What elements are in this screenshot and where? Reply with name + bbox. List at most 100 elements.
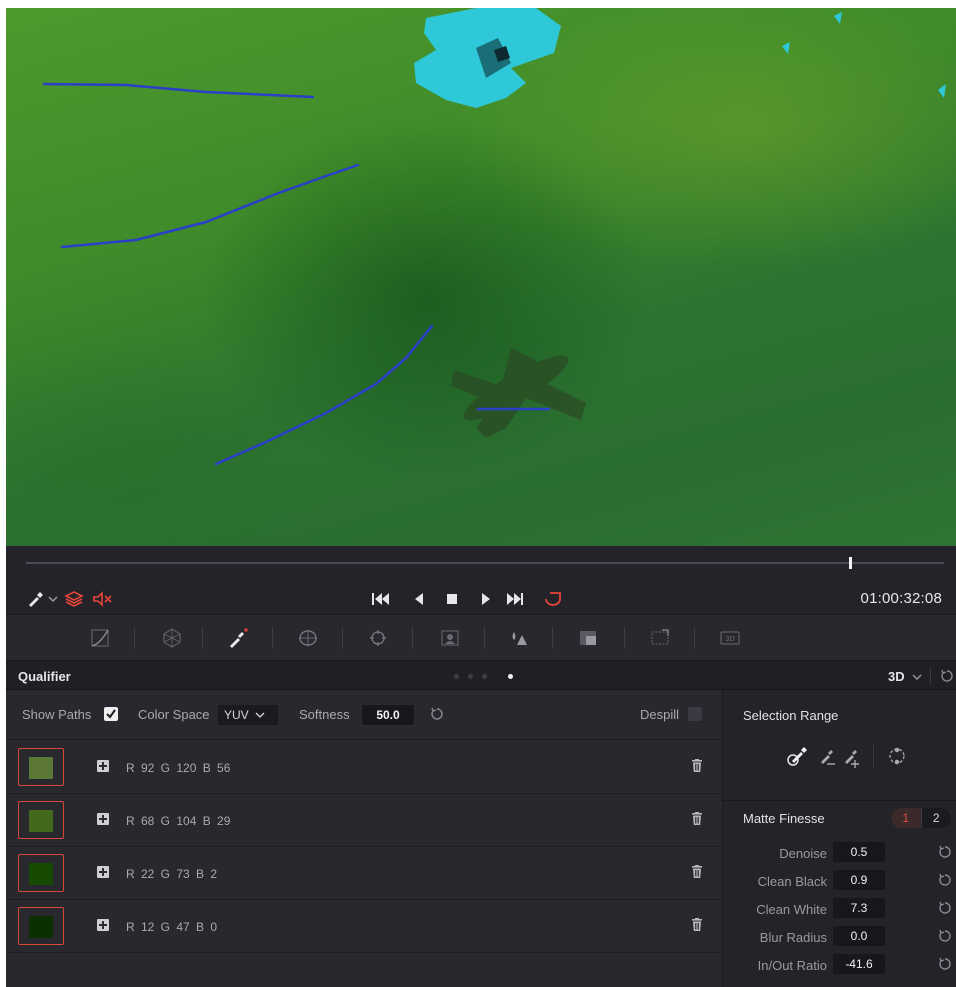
show-paths-label: Show Paths — [22, 707, 92, 722]
divider — [694, 627, 695, 649]
key-icon[interactable] — [578, 628, 598, 648]
reset-icon[interactable] — [940, 669, 954, 683]
qualifier-icon[interactable] — [228, 628, 248, 648]
scrub-bar[interactable] — [26, 557, 944, 569]
matte-param-row: Clean White 7.3 — [723, 898, 956, 920]
curves-icon[interactable] — [90, 628, 110, 648]
feather-icon[interactable] — [889, 747, 905, 765]
trash-icon[interactable] — [692, 759, 702, 772]
softness-field[interactable]: 50.0 — [362, 705, 414, 725]
sample-row[interactable]: R 12 G 47 B 0 — [6, 900, 722, 953]
reset-icon[interactable] — [938, 845, 952, 859]
checkmark-icon — [106, 709, 116, 719]
despill-checkbox[interactable] — [688, 707, 702, 721]
show-paths-checkbox[interactable] — [104, 707, 118, 721]
color-space-dropdown[interactable]: YUV — [218, 705, 278, 725]
color-space-label: Color Space — [138, 707, 210, 722]
sample-swatch-frame[interactable] — [18, 907, 64, 945]
play-reverse-icon[interactable] — [415, 593, 423, 605]
panel-title: Qualifier — [18, 669, 71, 684]
reset-icon[interactable] — [430, 707, 444, 721]
reset-icon[interactable] — [938, 901, 952, 915]
skip-to-start-icon[interactable] — [372, 593, 389, 605]
matte-param-label: Denoise — [779, 846, 827, 861]
matte-param-field[interactable]: 7.3 — [833, 898, 885, 918]
viewer[interactable] — [6, 8, 956, 546]
sample-swatch — [29, 757, 53, 779]
color-warper-icon[interactable] — [162, 628, 182, 648]
picker-minus-icon[interactable] — [821, 750, 835, 765]
mute-toggle[interactable] — [92, 590, 114, 608]
trash-icon[interactable] — [692, 918, 702, 931]
divider — [930, 667, 931, 685]
blur-icon[interactable] — [508, 628, 528, 648]
picker-plus-icon[interactable] — [845, 750, 859, 768]
qualifier-picker-tool[interactable] — [26, 590, 60, 608]
matte-param-field[interactable]: 0.0 — [833, 926, 885, 946]
sample-row[interactable]: R 92 G 120 B 56 — [6, 741, 722, 794]
trash-icon[interactable] — [692, 812, 702, 825]
window-icon[interactable] — [298, 628, 318, 648]
divider — [552, 627, 553, 649]
sample-swatch — [29, 810, 53, 832]
divider — [342, 627, 343, 649]
sample-swatch-frame[interactable] — [18, 748, 64, 786]
add-sample-icon[interactable] — [97, 813, 109, 825]
qualifier-path[interactable] — [214, 324, 434, 466]
selection-tools — [787, 744, 905, 768]
skip-to-end-icon[interactable] — [507, 593, 523, 605]
picker-icon[interactable] — [787, 747, 807, 766]
qualifier-path[interactable] — [60, 163, 360, 249]
stop-icon[interactable] — [447, 594, 457, 604]
add-sample-icon[interactable] — [97, 760, 109, 772]
reset-icon[interactable] — [938, 929, 952, 943]
playhead[interactable] — [849, 557, 853, 569]
qualifier-path[interactable] — [42, 82, 315, 99]
add-sample-icon[interactable] — [97, 866, 109, 878]
play-icon[interactable] — [482, 593, 490, 605]
qualifier-controls: Show Paths Color Space YUV Softness 50.0… — [6, 690, 722, 987]
matte-param-field[interactable]: 0.5 — [833, 842, 885, 862]
transport-bar: 01:00:32:08 — [6, 546, 956, 614]
magic-mask-icon[interactable] — [440, 628, 460, 648]
mode-dot-3[interactable] — [482, 674, 487, 679]
reset-icon[interactable] — [938, 957, 952, 971]
stereo-3d-icon[interactable]: 3D — [720, 628, 740, 648]
sample-swatch-frame[interactable] — [18, 801, 64, 839]
reset-icon[interactable] — [938, 873, 952, 887]
mode-dot-1[interactable] — [454, 674, 459, 679]
plane-highlight — [414, 8, 561, 108]
chevron-down-icon — [255, 712, 265, 718]
eyedropper-icon — [29, 592, 58, 607]
loop-icon[interactable] — [545, 592, 561, 606]
matte-finesse-tab-1[interactable]: 1 — [891, 808, 921, 828]
palette-toolbar: 3D — [6, 614, 956, 660]
qualifier-right-panel: Selection Range Matte Finesse 1 2 Denois… — [722, 690, 956, 987]
sample-row[interactable]: R 68 G 104 B 29 — [6, 794, 722, 847]
sample-swatch-frame[interactable] — [18, 854, 64, 892]
matte-finesse-tab-2[interactable]: 2 — [920, 808, 952, 828]
matte-param-field[interactable]: 0.9 — [833, 870, 885, 890]
matte-param-field[interactable]: -41.6 — [833, 954, 885, 974]
bird-speck — [938, 84, 946, 98]
qualifier-mode-dropdown[interactable]: 3D — [888, 669, 922, 684]
mode-dot-2[interactable] — [468, 674, 473, 679]
trash-icon[interactable] — [692, 865, 702, 878]
divider — [624, 627, 625, 649]
qualifier-mode-label: 3D — [888, 669, 905, 684]
despill-label: Despill — [640, 707, 680, 722]
divider — [723, 800, 956, 801]
matte-param-row: In/Out Ratio -41.6 — [723, 954, 956, 976]
sample-rgb-values: R 92 G 120 B 56 — [126, 761, 231, 775]
divider — [272, 627, 273, 649]
sample-row[interactable]: R 22 G 73 B 2 — [6, 847, 722, 900]
add-sample-icon[interactable] — [97, 919, 109, 931]
transport-controls — [370, 590, 580, 608]
sample-swatch — [29, 863, 53, 885]
mode-dot-active[interactable] — [508, 674, 513, 679]
sizing-icon[interactable] — [650, 628, 670, 648]
highlight-toggle[interactable] — [64, 590, 84, 608]
matte-finesse-title: Matte Finesse — [743, 811, 825, 826]
tracker-icon[interactable] — [368, 628, 388, 648]
matte-param-label: Clean White — [756, 902, 827, 917]
